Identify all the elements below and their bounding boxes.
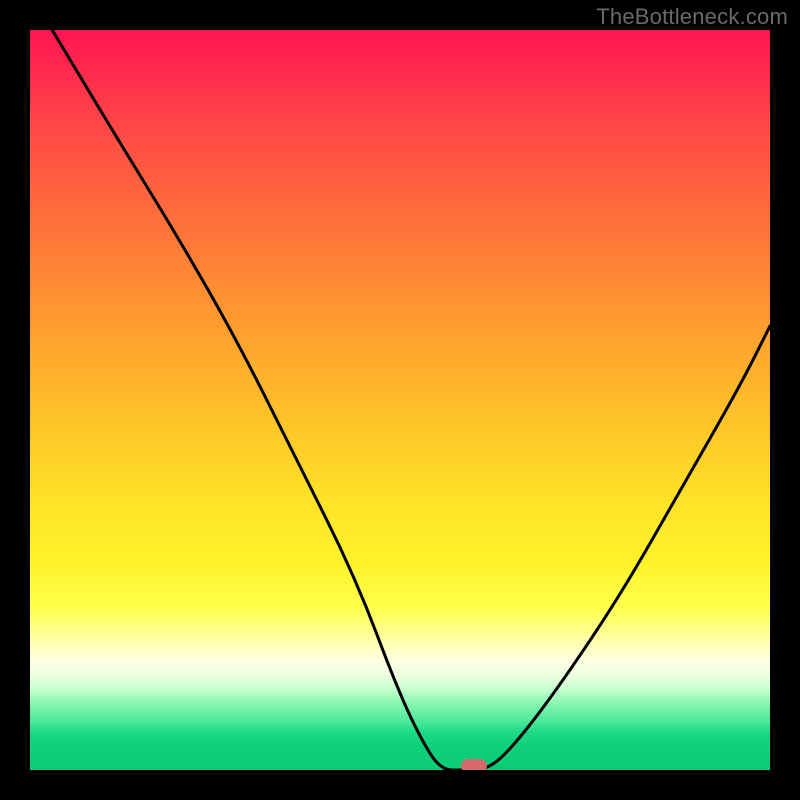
chart-frame: TheBottleneck.com: [0, 0, 800, 800]
plot-area: [30, 30, 770, 770]
optimal-marker: [461, 759, 487, 770]
bottleneck-curve: [30, 30, 770, 770]
watermark-text: TheBottleneck.com: [596, 4, 788, 30]
